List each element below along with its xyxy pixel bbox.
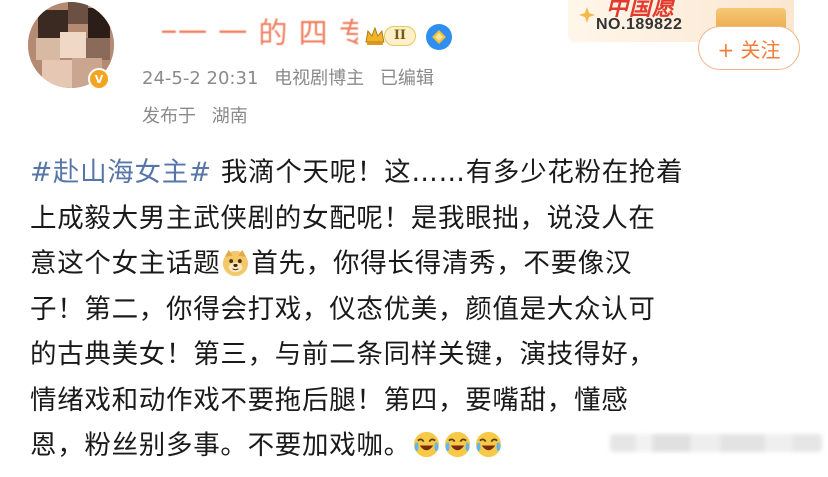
post-line-text: 我滴个天呢！这……有多少花粉在抢着 bbox=[211, 157, 684, 188]
post-line: 意这个女主话题 首先，你得长得清秀，不要像汉 bbox=[30, 241, 820, 287]
laugh-cry-icon bbox=[413, 431, 439, 458]
post-meta: 24-5-2 20:31 电视剧博主 已编辑 bbox=[142, 64, 444, 90]
laugh-cry-icon bbox=[444, 431, 470, 458]
sparkle-icon bbox=[579, 7, 595, 23]
post-location: 发布于 湖南 bbox=[142, 102, 248, 128]
diamond-icon bbox=[432, 30, 446, 44]
post-line: 上成毅大男主武侠剧的女配呢！是我眼拙，说没人在 bbox=[30, 202, 656, 234]
username[interactable]: 一一 一 的 四 专 bbox=[148, 16, 358, 50]
crown-icon bbox=[365, 26, 385, 45]
rank-badge[interactable]: II bbox=[364, 22, 416, 50]
post-timestamp[interactable]: 24-5-2 20:31 bbox=[142, 68, 258, 89]
post-line-text: 意这个女主话题 bbox=[30, 248, 221, 279]
post-line: 情绪戏和动作戏不要拖后腿！第四，要嘴甜，懂感 bbox=[30, 384, 629, 416]
author-role: 电视剧博主 bbox=[274, 68, 365, 89]
hashtag-link[interactable]: #赴山海女主# bbox=[30, 157, 212, 188]
edited-label[interactable]: 已编辑 bbox=[380, 68, 434, 89]
location-text: 湖南 bbox=[211, 106, 248, 127]
post-line-text: 首先，你得长得清秀，不要像汉 bbox=[251, 248, 633, 279]
blurred-text-redaction bbox=[610, 434, 822, 452]
post-line: 子！第二，你得会打戏，仪态优美，颜值是大众认可 bbox=[30, 293, 656, 325]
post-text: #赴山海女主# 我滴个天呢！这……有多少花粉在抢着 上成毅大男主武侠剧的女配呢！… bbox=[30, 150, 820, 469]
post-line-text: 恩，粉丝别多事。不要加戏咖。 bbox=[30, 430, 411, 461]
post-line: #赴山海女主# 我滴个天呢！这……有多少花粉在抢着 bbox=[30, 150, 820, 196]
rank-badge-label: II bbox=[383, 26, 416, 46]
post-line: 的古典美女！第三，与前二条同样关键，演技得好， bbox=[30, 339, 656, 370]
doge-icon bbox=[223, 249, 249, 277]
published-prefix: 发布于 bbox=[142, 106, 196, 127]
promo-number: NO.189822 bbox=[596, 16, 683, 33]
verify-badge-icon[interactable] bbox=[426, 24, 452, 50]
username-text: 一一 一 的 四 专 bbox=[148, 16, 358, 50]
verified-v-icon: V bbox=[88, 68, 110, 90]
follow-button[interactable]: + 关注 bbox=[698, 26, 800, 70]
laugh-cry-icon bbox=[475, 431, 501, 458]
